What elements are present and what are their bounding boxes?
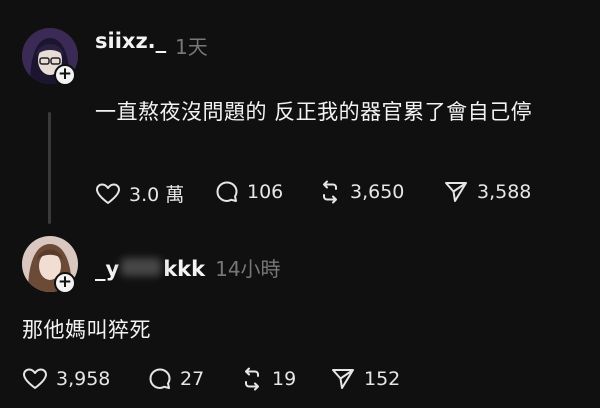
share-count: 3,588 — [477, 181, 532, 203]
reply-share-button[interactable]: 152 — [330, 367, 400, 391]
post-time: 1天 — [175, 35, 208, 59]
reply-reply-count: 27 — [180, 368, 205, 390]
reply-repost-button[interactable]: 19 — [240, 367, 296, 391]
reply-text: 那他媽叫猝死 — [22, 318, 151, 342]
repost-button[interactable]: 3,650 — [318, 180, 404, 204]
reply-count: 106 — [247, 181, 284, 203]
speech-bubble-icon — [216, 181, 238, 202]
like-button[interactable]: 3.0 萬 — [95, 180, 184, 207]
reply-repost-count: 19 — [272, 368, 297, 390]
speech-bubble-icon — [149, 368, 171, 389]
follow-plus-icon[interactable]: + — [54, 64, 76, 86]
username-blur — [121, 258, 162, 276]
reply-username-row[interactable]: _y kkk 14小時 — [95, 253, 281, 282]
like-count: 3.0 萬 — [129, 184, 185, 206]
post-text: 一直熬夜沒問題的 反正我的器官累了會自己停 — [95, 100, 533, 124]
heart-icon — [23, 368, 47, 389]
repost-arrows-icon — [245, 367, 259, 391]
send-icon — [332, 369, 354, 389]
heart-icon — [96, 183, 120, 204]
reply-reply-button[interactable]: 27 — [148, 367, 204, 391]
repost-count: 3,650 — [350, 181, 405, 203]
reply-like-count: 3,958 — [56, 368, 111, 390]
reply-username: _y — [95, 257, 120, 281]
send-icon — [445, 182, 467, 202]
reply-button[interactable]: 106 — [215, 180, 283, 204]
reply-share-count: 152 — [364, 368, 401, 390]
post-username[interactable]: siixz._ — [95, 29, 166, 53]
reply-like-button[interactable]: 3,958 — [22, 367, 110, 391]
share-button[interactable]: 3,588 — [443, 180, 531, 204]
repost-arrows-icon — [323, 180, 337, 204]
reply-time: 14小時 — [215, 257, 281, 281]
thread-line — [48, 112, 51, 224]
reply-follow-plus-icon[interactable]: + — [54, 272, 76, 294]
reply-username-end: kkk — [163, 257, 206, 281]
